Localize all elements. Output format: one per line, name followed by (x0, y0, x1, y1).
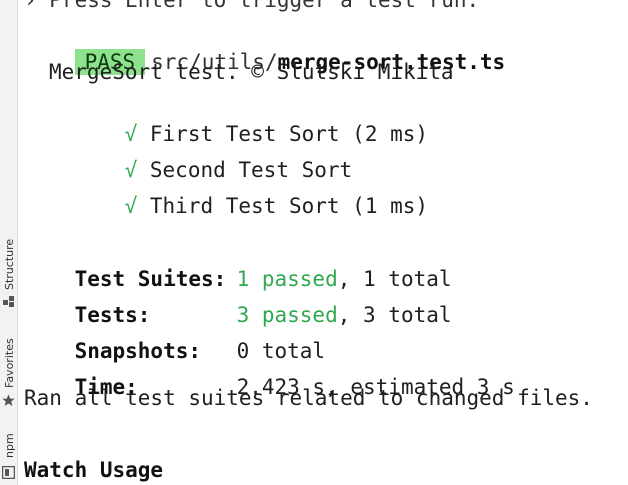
star-icon (2, 394, 15, 406)
favorites-tab[interactable]: Favorites (0, 330, 17, 415)
test-case: √ Third Test Sort (1 ms) (74, 167, 428, 218)
summary-snapshots: Snapshots: 0 total (24, 312, 326, 363)
left-tool-strip: Structure Favorites npm (0, 0, 18, 485)
structure-tab[interactable]: Structure (0, 235, 17, 310)
summary-tests: Tests: 3 passed, 3 total (24, 276, 452, 327)
test-case-label: Third Test Sort (1 ms) (149, 194, 429, 218)
ran-all-message: Ran all test suites related to changed f… (24, 386, 593, 410)
structure-icon (3, 296, 14, 307)
structure-tab-label: Structure (3, 238, 16, 290)
test-file-result: PASS src/utils/merge-sort.test.ts (24, 23, 505, 75)
terminal-output[interactable]: › Press Enter to trigger a test run. PAS… (24, 0, 628, 485)
suite-title: MergeSort test. © Slutski Mikita (49, 60, 454, 84)
favorites-tab-label: Favorites (3, 338, 16, 388)
test-case: √ First Test Sort (2 ms) (74, 95, 428, 146)
summary-time: Time: 2.423 s, estimated 3 s (24, 348, 515, 399)
npm-icon (2, 466, 15, 479)
test-case: √ Second Test Sort (74, 131, 353, 182)
npm-tab-label: npm (3, 433, 16, 458)
npm-tab[interactable]: npm (0, 432, 17, 485)
summary-test-suites: Test Suites: 1 passed, 1 total (24, 240, 452, 291)
trigger-hint: › Press Enter to trigger a test run. (24, 0, 480, 12)
watch-usage-heading: Watch Usage (24, 458, 164, 482)
tests-total: , 3 total (337, 303, 452, 327)
check-icon: √ (124, 194, 138, 218)
